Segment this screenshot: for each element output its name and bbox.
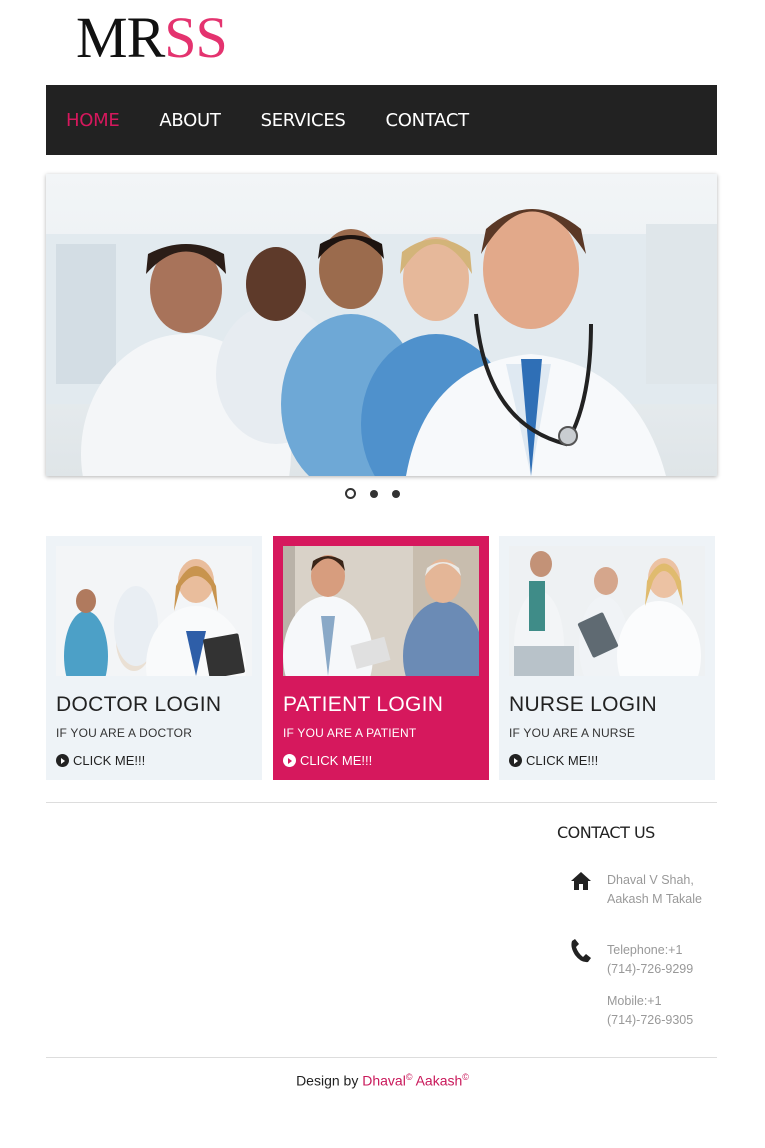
nurse-login-title: NURSE LOGIN [509, 693, 657, 716]
nav-about[interactable]: ABOUT [159, 110, 220, 131]
nurse-photo [509, 546, 705, 676]
footer-prefix: Design by [296, 1072, 363, 1089]
doctor-login-card[interactable]: DOCTOR LOGIN IF YOU ARE A DOCTOR CLICK M… [46, 536, 262, 780]
main-navbar: HOME ABOUT SERVICES CONTACT [46, 85, 717, 155]
contact-name-line1: Dhaval V Shah, [607, 873, 694, 887]
nurse-cta-label: CLICK ME!!! [526, 753, 599, 768]
footer-author-aakash[interactable]: Aakash [416, 1073, 463, 1089]
medical-team-photo [46, 209, 717, 476]
mobile-line1: Mobile:+1 [607, 994, 662, 1008]
carousel-dots [345, 488, 400, 499]
copyright-symbol-1: © [405, 1072, 413, 1082]
carousel-dot-3[interactable] [392, 489, 400, 498]
patient-login-title: PATIENT LOGIN [283, 693, 444, 716]
phone-icon [570, 938, 592, 963]
hero-carousel-image [46, 174, 717, 476]
play-circle-icon [509, 754, 522, 767]
contact-name-line2: Aakash M Takale [607, 892, 702, 906]
divider-top [46, 802, 717, 803]
nav-home[interactable]: HOME [66, 110, 120, 131]
contact-names: Dhaval V Shah, Aakash M Takale [607, 871, 702, 909]
nurse-login-subtitle: IF YOU ARE A NURSE [509, 726, 636, 740]
doctor-click-me-link[interactable]: CLICK ME!!! [56, 753, 145, 768]
play-circle-icon [56, 754, 69, 767]
contact-telephone: Telephone:+1 (714)-726-9299 [607, 941, 693, 979]
patient-photo [283, 546, 479, 676]
nav-contact[interactable]: CONTACT [386, 110, 470, 131]
patient-cta-label: CLICK ME!!! [300, 753, 373, 768]
telephone-line2: (714)-726-9299 [607, 962, 694, 976]
patient-login-card[interactable]: PATIENT LOGIN IF YOU ARE A PATIENT CLICK… [273, 536, 489, 780]
footer-credits: Design by Dhaval© Aakash© [0, 1072, 765, 1089]
logo-text-mr: MR [76, 5, 165, 70]
play-circle-icon [283, 754, 296, 767]
contact-us-heading: CONTACT US [557, 823, 655, 842]
divider-bottom [46, 1057, 717, 1058]
carousel-dot-2[interactable] [370, 489, 378, 498]
site-logo[interactable]: MRSS [76, 5, 228, 70]
patient-click-me-link[interactable]: CLICK ME!!! [283, 753, 372, 768]
copyright-symbol-2: © [462, 1072, 469, 1082]
contact-mobile: Mobile:+1 (714)-726-9305 [607, 992, 693, 1030]
logo-text-ss: SS [164, 5, 228, 70]
mobile-line2: (714)-726-9305 [607, 1013, 694, 1027]
patient-login-subtitle: IF YOU ARE A PATIENT [283, 726, 417, 740]
doctor-cta-label: CLICK ME!!! [73, 753, 146, 768]
home-icon [570, 870, 592, 892]
nurse-click-me-link[interactable]: CLICK ME!!! [509, 753, 598, 768]
doctor-login-title: DOCTOR LOGIN [56, 693, 222, 716]
footer-author-dhaval[interactable]: Dhaval [362, 1073, 406, 1089]
doctor-photo [56, 546, 252, 676]
doctor-login-subtitle: IF YOU ARE A DOCTOR [56, 726, 193, 740]
carousel-dot-1[interactable] [345, 488, 356, 499]
telephone-line1: Telephone:+1 [607, 943, 683, 957]
nav-services[interactable]: SERVICES [261, 110, 346, 131]
nurse-login-card[interactable]: NURSE LOGIN IF YOU ARE A NURSE CLICK ME!… [499, 536, 715, 780]
